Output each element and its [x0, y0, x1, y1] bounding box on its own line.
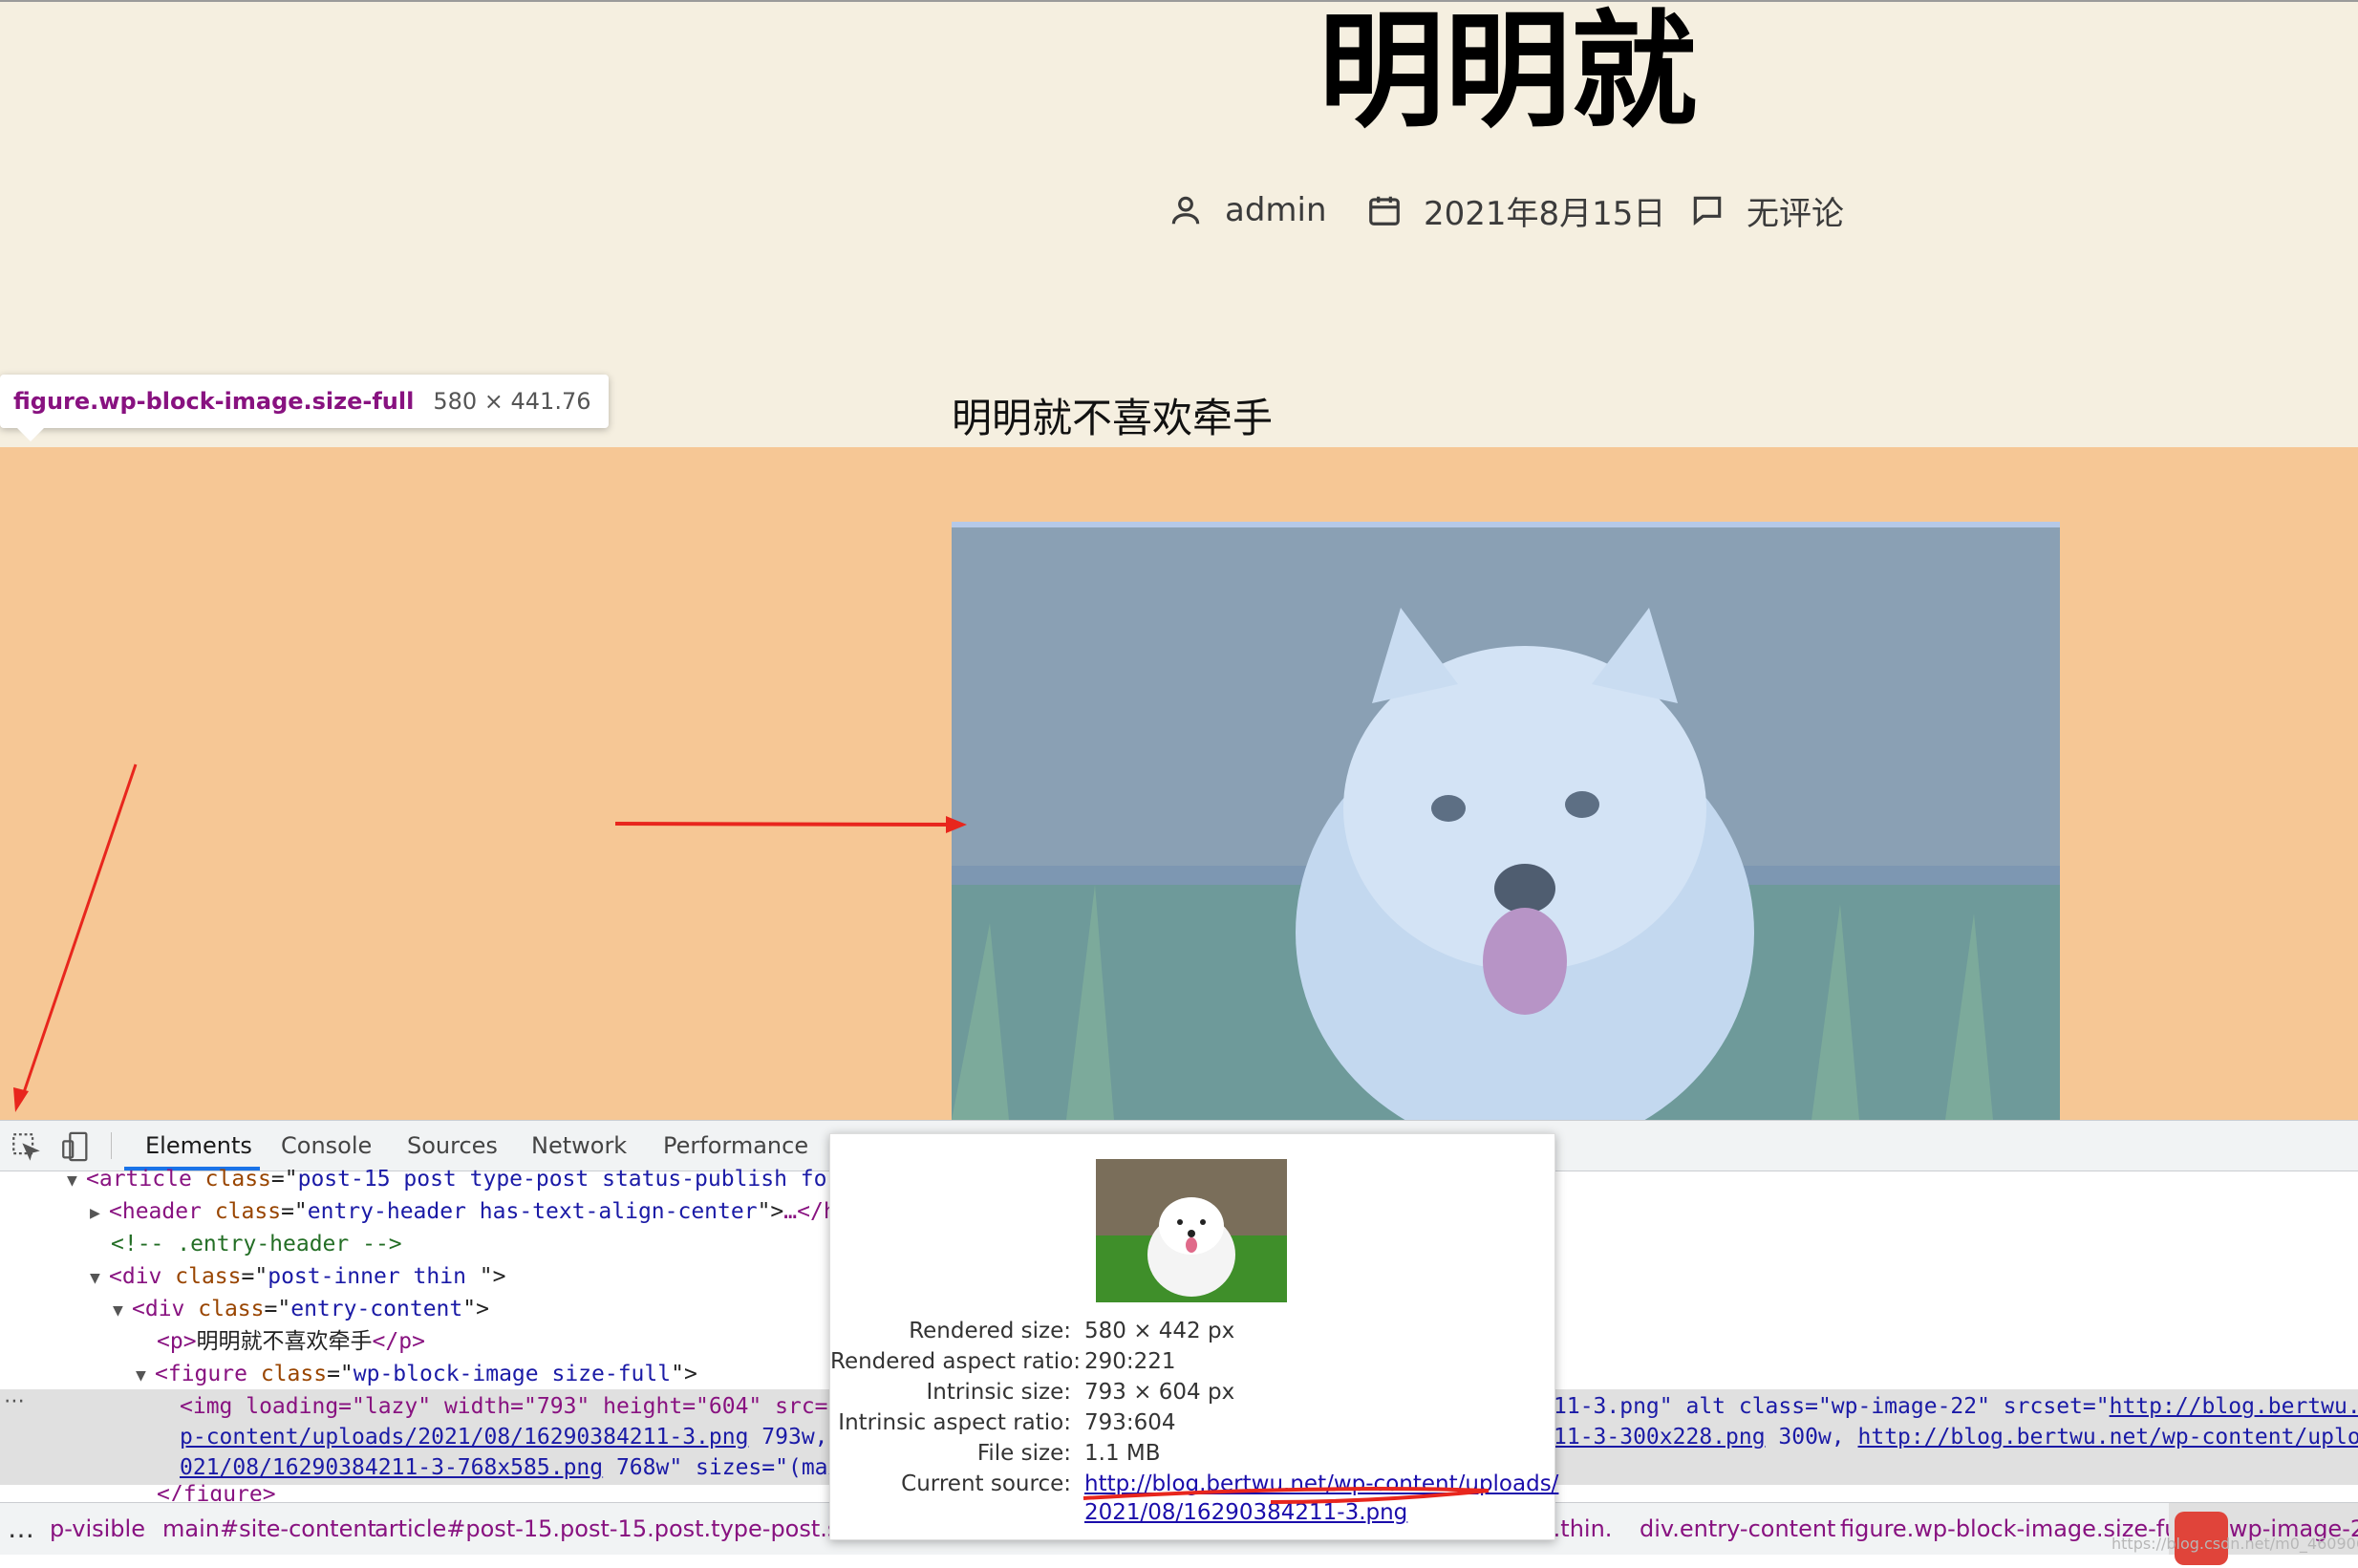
- breadcrumb-item[interactable]: p-visible: [50, 1503, 145, 1555]
- top-border: [0, 0, 2358, 2]
- label-file-size: File size:: [976, 1441, 1071, 1466]
- current-source-link[interactable]: http://blog.bertwu.net/wp-content/upload…: [1084, 1469, 1558, 1499]
- tooltip-size: 580 × 441.76: [433, 388, 591, 415]
- label-current-source: Current source:: [901, 1471, 1071, 1496]
- image-thumbnail: [1096, 1159, 1287, 1302]
- breadcrumb-item[interactable]: r.thin.: [1546, 1503, 1612, 1555]
- tooltip-caret: [17, 428, 44, 441]
- post-title: 明明就: [1318, 0, 1697, 145]
- post-author[interactable]: admin: [1168, 182, 1327, 239]
- dom-line-paragraph[interactable]: <p>明明就不喜欢牵手</p>: [157, 1325, 425, 1358]
- dom-line-figure-close[interactable]: </figure>: [157, 1478, 276, 1501]
- expand-arrow-icon[interactable]: ▼: [113, 1295, 132, 1327]
- post-date[interactable]: 2021年8月15日: [1366, 182, 1665, 239]
- expand-arrow-icon[interactable]: ▼: [67, 1165, 86, 1197]
- label-intrinsic-size: Intrinsic size:: [926, 1380, 1071, 1405]
- value-intrinsic-aspect: 793:604: [1084, 1410, 1176, 1435]
- calendar-icon: [1369, 196, 1400, 226]
- dog-photo: [952, 522, 2060, 1120]
- dom-line-entry-content[interactable]: ▼ <div class="entry-content">: [113, 1293, 489, 1327]
- dom-line-img-c[interactable]: 021/08/16290384211-3-768x585.png 768w" s…: [180, 1451, 868, 1484]
- dom-line-comment[interactable]: <!-- .entry-header -->: [111, 1228, 402, 1260]
- user-icon: [1171, 196, 1200, 225]
- comment-icon: [1693, 196, 1722, 226]
- comments-text[interactable]: 无评论: [1747, 187, 1844, 234]
- breadcrumb-item[interactable]: main#site-content: [162, 1503, 376, 1555]
- post-comments[interactable]: 无评论: [1689, 182, 1844, 239]
- dom-line-img-b-right[interactable]: 11-3-300x228.png 300w, http://blog.bertw…: [1554, 1421, 2358, 1453]
- dom-line-img-a[interactable]: <img loading="lazy" width="793" height="…: [180, 1390, 868, 1423]
- tabbar-separator: [111, 1132, 112, 1159]
- image-top-edge: [952, 522, 2060, 527]
- author-name[interactable]: admin: [1225, 191, 1327, 229]
- label-rendered-size: Rendered size:: [909, 1319, 1071, 1343]
- expand-arrow-icon[interactable]: ▼: [90, 1262, 109, 1295]
- value-file-size: 1.1 MB: [1084, 1441, 1161, 1466]
- dom-line-img-a-right[interactable]: 11-3.png" alt class="wp-image-22" srcset…: [1554, 1390, 2358, 1423]
- collapse-arrow-icon[interactable]: ▶: [90, 1197, 109, 1230]
- breadcrumb-item[interactable]: article#post-15.post-15.post.type-post.s…: [375, 1503, 898, 1555]
- dom-line-article[interactable]: ▼ <article class="post-15 post type-post …: [67, 1163, 867, 1197]
- row-more-dots[interactable]: ⋯: [4, 1389, 25, 1413]
- value-intrinsic-size: 793 × 604 px: [1084, 1380, 1235, 1405]
- label-rendered-aspect: Rendered aspect ratio:: [830, 1349, 1082, 1374]
- dom-line-post-inner[interactable]: ▼ <div class="post-inner thin ">: [90, 1260, 505, 1295]
- inspect-tooltip: figure.wp-block-image.size-full 580 × 44…: [0, 375, 609, 428]
- image-preview-popover: Rendered size: 580 × 442 px Rendered asp…: [829, 1133, 1558, 1540]
- device-toolbar-icon[interactable]: [59, 1130, 92, 1163]
- date-text[interactable]: 2021年8月15日: [1424, 187, 1665, 234]
- value-rendered-aspect: 290:221: [1084, 1349, 1176, 1374]
- watermark: https://blog.csdn.net/m0_46090675: [2111, 1535, 2358, 1553]
- dom-line-img-b[interactable]: p-content/uploads/2021/08/16290384211-3.…: [180, 1421, 868, 1453]
- tooltip-selector: figure.wp-block-image.size-full: [13, 388, 415, 415]
- inspect-element-icon[interactable]: [10, 1130, 42, 1163]
- value-rendered-size: 580 × 442 px: [1084, 1319, 1235, 1343]
- breadcrumb-more[interactable]: …: [8, 1503, 34, 1555]
- post-paragraph: 明明就不喜欢牵手: [952, 395, 1274, 441]
- expand-arrow-icon[interactable]: ▼: [136, 1360, 155, 1392]
- breadcrumb-item[interactable]: div.entry-content: [1640, 1503, 1835, 1555]
- dog-image: [952, 522, 2060, 1120]
- label-intrinsic-aspect: Intrinsic aspect ratio:: [838, 1410, 1071, 1435]
- dog-thumbnail-icon: [1096, 1159, 1287, 1302]
- dom-line-header[interactable]: ▶ <header class="entry-header has-text-al…: [90, 1195, 863, 1230]
- dom-line-figure[interactable]: ▼ <figure class="wp-block-image size-full…: [136, 1358, 697, 1392]
- current-source-link-cont[interactable]: 2021/08/16290384211-3.png: [1084, 1497, 1407, 1528]
